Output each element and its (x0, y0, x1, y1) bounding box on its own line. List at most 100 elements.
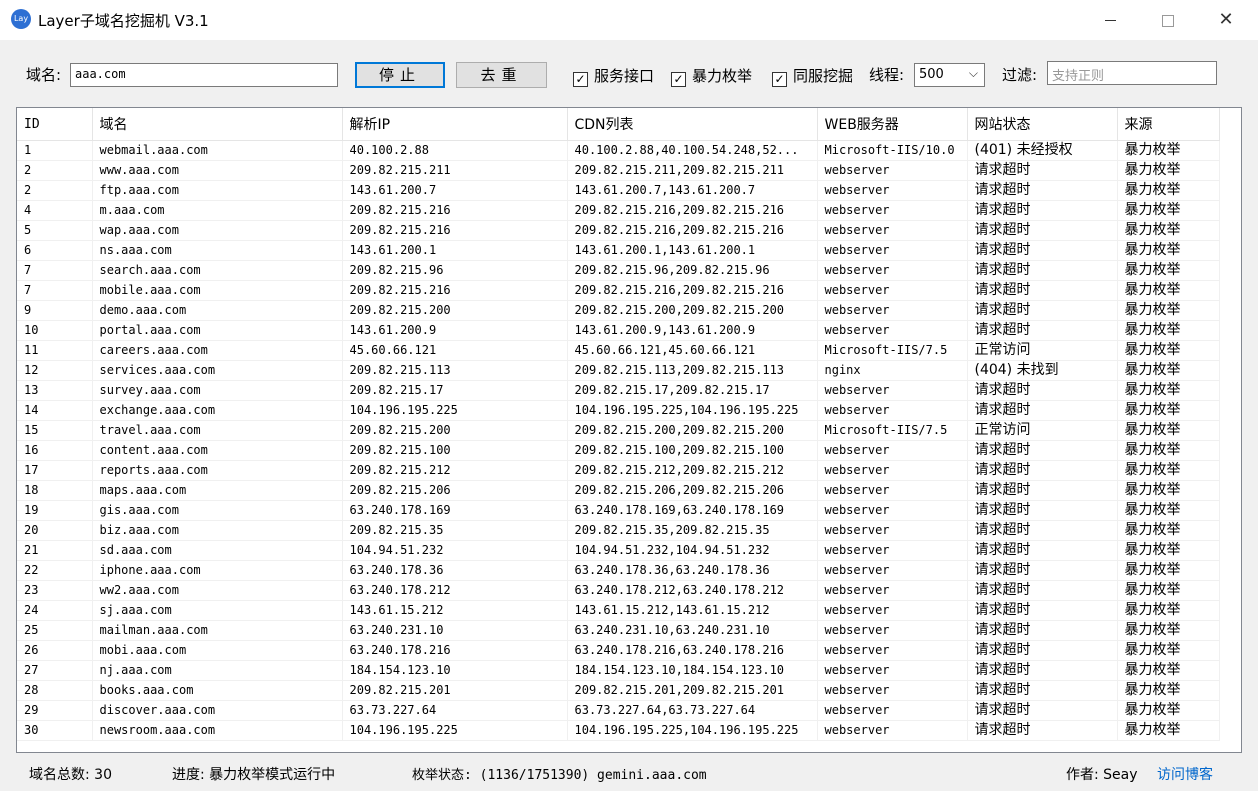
cell-web-server: webserver (817, 580, 968, 601)
table-row[interactable]: 10 portal.aaa.com 143.61.200.9 143.61.200.9… (17, 320, 1220, 341)
threads-select[interactable]: 500 ⌵ (914, 63, 985, 87)
cell-cdn: 104.196.195.225,104.196.195.225 (567, 400, 818, 421)
cell-status: 请求超时 (967, 720, 1118, 741)
table-row[interactable]: 12 services.aaa.com 209.82.215.113 209.82.2… (17, 360, 1220, 381)
cell-status: 请求超时 (967, 300, 1118, 321)
table-row[interactable]: 23 ww2.aaa.com 63.240.178.212 63.240.178.21… (17, 580, 1220, 601)
cell-cdn: 63.240.178.212,63.240.178.212 (567, 580, 818, 601)
cell-id: 20 (17, 520, 93, 541)
cell-ip: 104.94.51.232 (342, 540, 568, 561)
cell-id: 16 (17, 440, 93, 461)
cell-id: 27 (17, 660, 93, 681)
same-server-checkbox[interactable]: ✓ 同服挖掘 (772, 65, 853, 87)
cell-source: 暴力枚举 (1117, 540, 1220, 561)
table-row[interactable]: 5 wap.aaa.com 209.82.215.216 209.82.215.216… (17, 220, 1220, 241)
cell-web-server: webserver (817, 240, 968, 261)
cell-ip: 143.61.15.212 (342, 600, 568, 621)
visit-blog-link[interactable]: 访问博客 (1157, 764, 1213, 784)
table-row[interactable]: 15 travel.aaa.com 209.82.215.200 209.82.215… (17, 420, 1220, 441)
cell-ip: 104.196.195.225 (342, 400, 568, 421)
cell-id: 9 (17, 300, 93, 321)
service-interface-label: 服务接口 (594, 67, 655, 85)
cell-web-server: webserver (817, 620, 968, 641)
table-row[interactable]: 25 mailman.aaa.com 63.240.231.10 63.240.231… (17, 620, 1220, 641)
cell-web-server: webserver (817, 180, 968, 201)
cell-source: 暴力枚举 (1117, 620, 1220, 641)
cell-web-server: webserver (817, 320, 968, 341)
table-row[interactable]: 21 sd.aaa.com 104.94.51.232 104.94.51.232,1… (17, 540, 1220, 561)
cell-ip: 209.82.215.216 (342, 200, 568, 221)
column-header-cdn-list[interactable]: CDN列表 (567, 108, 818, 141)
table-row[interactable]: 28 books.aaa.com 209.82.215.201 209.82.215.… (17, 680, 1220, 701)
table-row[interactable]: 24 sj.aaa.com 143.61.15.212 143.61.15.212,1… (17, 600, 1220, 621)
table-row[interactable]: 20 biz.aaa.com 209.82.215.35 209.82.215.35,… (17, 520, 1220, 541)
filter-input[interactable]: 支持正则 (1047, 61, 1217, 85)
cell-status: 请求超时 (967, 180, 1118, 201)
column-header-id[interactable]: ID (17, 108, 93, 141)
cell-status: 请求超时 (967, 620, 1118, 641)
table-row[interactable]: 19 gis.aaa.com 63.240.178.169 63.240.178.16… (17, 500, 1220, 521)
table-row[interactable]: 14 exchange.aaa.com 104.196.195.225 104.196… (17, 400, 1220, 421)
cell-id: 22 (17, 560, 93, 581)
results-table[interactable]: ID 域名 解析IP CDN列表 WEB服务器 网站状态 来源 1 webmail… (16, 107, 1242, 753)
cell-cdn: 209.82.215.201,209.82.215.201 (567, 680, 818, 701)
table-row[interactable]: 1 webmail.aaa.com 40.100.2.88 40.100.2.88,4… (17, 140, 1220, 161)
cell-web-server: webserver (817, 560, 968, 581)
cell-ip: 209.82.215.200 (342, 300, 568, 321)
service-interface-checkbox[interactable]: ✓ 服务接口 (573, 65, 654, 87)
table-row[interactable]: 30 newsroom.aaa.com 104.196.195.225 104.196… (17, 720, 1220, 741)
cell-web-server: webserver (817, 660, 968, 681)
cell-status: 请求超时 (967, 500, 1118, 521)
cell-domain: maps.aaa.com (92, 480, 343, 501)
cell-ip: 209.82.215.96 (342, 260, 568, 281)
table-row[interactable]: 17 reports.aaa.com 209.82.215.212 209.82.21… (17, 460, 1220, 481)
cell-status: 请求超时 (967, 580, 1118, 601)
cell-status: 请求超时 (967, 660, 1118, 681)
column-header-resolved-ip[interactable]: 解析IP (342, 108, 568, 141)
cell-cdn: 209.82.215.100,209.82.215.100 (567, 440, 818, 461)
table-row[interactable]: 2 www.aaa.com 209.82.215.211 209.82.215.211… (17, 160, 1220, 181)
table-row[interactable]: 9 demo.aaa.com 209.82.215.200 209.82.215.20… (17, 300, 1220, 321)
cell-domain: sj.aaa.com (92, 600, 343, 621)
table-row[interactable]: 11 careers.aaa.com 45.60.66.121 45.60.66.12… (17, 340, 1220, 361)
minimize-button[interactable] (1087, 0, 1133, 40)
table-row[interactable]: 22 iphone.aaa.com 63.240.178.36 63.240.178.… (17, 560, 1220, 581)
table-row[interactable]: 6 ns.aaa.com 143.61.200.1 143.61.200.1,143.… (17, 240, 1220, 261)
minimize-icon (1104, 20, 1116, 21)
table-row[interactable]: 2 ftp.aaa.com 143.61.200.7 143.61.200.7,143… (17, 180, 1220, 201)
table-row[interactable]: 27 nj.aaa.com 184.154.123.10 184.154.123.10… (17, 660, 1220, 681)
checkbox-checked-icon: ✓ (772, 72, 787, 87)
filter-label: 过滤: (1002, 66, 1038, 84)
stop-button[interactable]: 停止 (355, 62, 445, 88)
cell-ip: 63.240.178.169 (342, 500, 568, 521)
cell-web-server: webserver (817, 680, 968, 701)
domain-input[interactable]: aaa.com (70, 63, 338, 87)
table-row[interactable]: 7 mobile.aaa.com 209.82.215.216 209.82.215.… (17, 280, 1220, 301)
bruteforce-checkbox[interactable]: ✓ 暴力枚举 (671, 65, 752, 87)
dedupe-button[interactable]: 去重 (456, 62, 547, 88)
threads-label: 线程: (869, 66, 905, 84)
table-row[interactable]: 13 survey.aaa.com 209.82.215.17 209.82.215.… (17, 380, 1220, 401)
column-header-domain[interactable]: 域名 (92, 108, 343, 141)
column-header-web-server[interactable]: WEB服务器 (817, 108, 968, 141)
cell-domain: sd.aaa.com (92, 540, 343, 561)
table-row[interactable]: 7 search.aaa.com 209.82.215.96 209.82.215.9… (17, 260, 1220, 281)
cell-source: 暴力枚举 (1117, 320, 1220, 341)
cell-cdn: 45.60.66.121,45.60.66.121 (567, 340, 818, 361)
table-row[interactable]: 18 maps.aaa.com 209.82.215.206 209.82.215.2… (17, 480, 1220, 501)
table-row[interactable]: 4 m.aaa.com 209.82.215.216 209.82.215.216,2… (17, 200, 1220, 221)
cell-web-server: webserver (817, 280, 968, 301)
table-row[interactable]: 16 content.aaa.com 209.82.215.100 209.82.21… (17, 440, 1220, 461)
domain-label: 域名: (26, 66, 62, 84)
table-row[interactable]: 26 mobi.aaa.com 63.240.178.216 63.240.178.2… (17, 640, 1220, 661)
cell-id: 24 (17, 600, 93, 621)
cell-id: 23 (17, 580, 93, 601)
column-header-source[interactable]: 来源 (1117, 108, 1220, 141)
cell-domain: iphone.aaa.com (92, 560, 343, 581)
maximize-button[interactable] (1145, 0, 1191, 40)
cell-source: 暴力枚举 (1117, 200, 1220, 221)
column-header-site-status[interactable]: 网站状态 (967, 108, 1118, 141)
close-button[interactable]: ✕ (1203, 0, 1249, 40)
table-row[interactable]: 29 discover.aaa.com 63.73.227.64 63.73.227.… (17, 700, 1220, 721)
chevron-down-icon: ⌵ (968, 66, 978, 80)
